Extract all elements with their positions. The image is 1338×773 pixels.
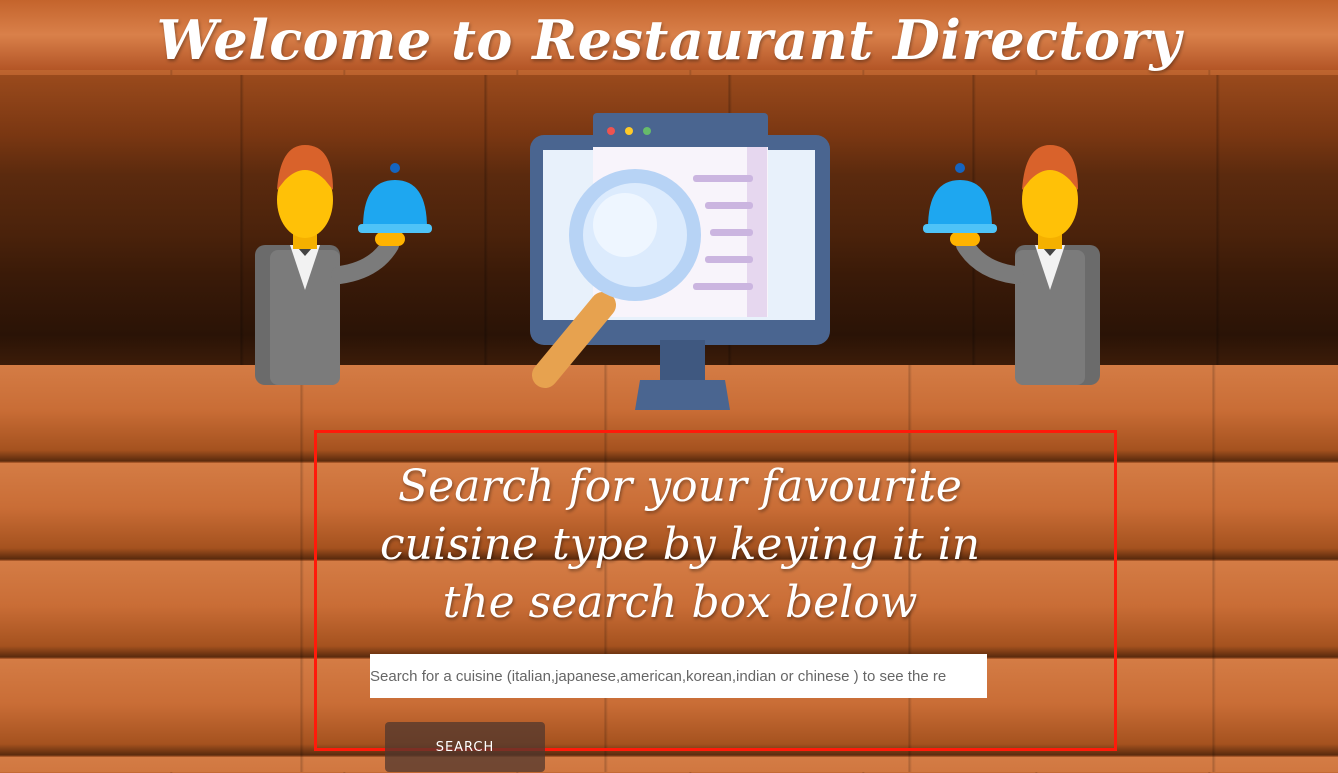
waiter-left-icon xyxy=(255,145,432,385)
search-button[interactable]: SEARCH xyxy=(385,722,545,772)
page-title: Welcome to Restaurant Directory xyxy=(156,8,1182,72)
monitor-magnifier-icon xyxy=(530,113,830,410)
waiter-right-icon xyxy=(923,145,1100,385)
search-heading: Search for your favourite cuisine type b… xyxy=(379,461,981,628)
hero-illustration xyxy=(255,105,1105,415)
search-input[interactable] xyxy=(370,654,987,698)
